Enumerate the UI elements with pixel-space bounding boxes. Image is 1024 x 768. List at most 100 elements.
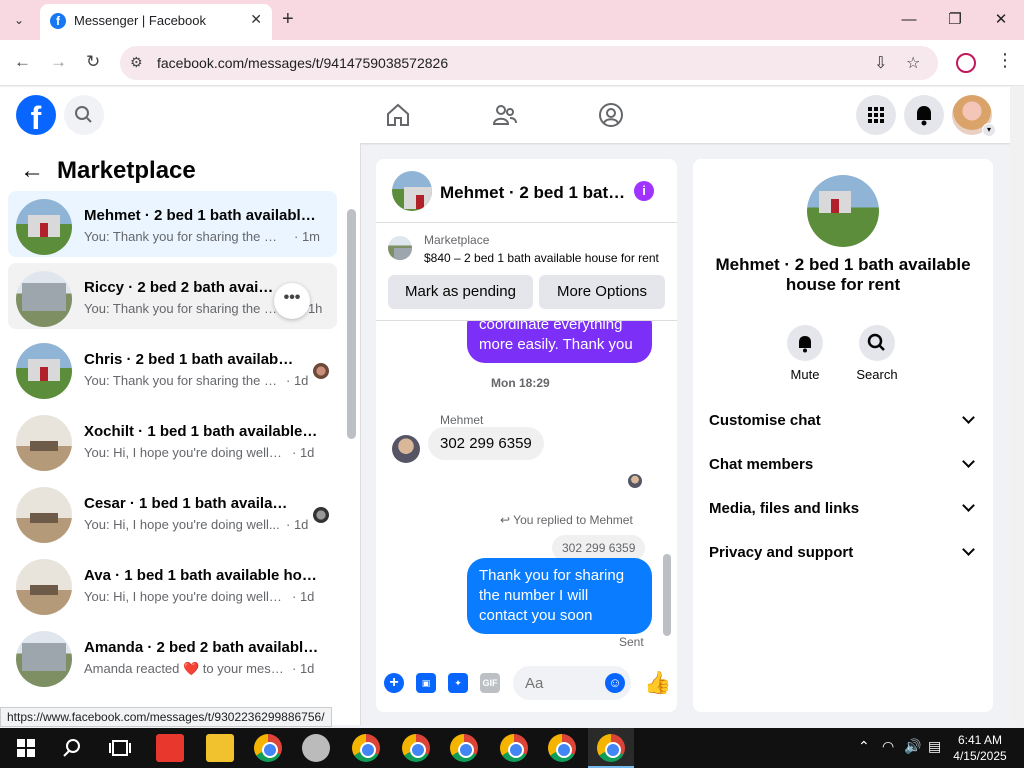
windows-start-icon[interactable] — [12, 734, 40, 762]
browser-menu-icon[interactable]: ⋮ — [996, 50, 1014, 71]
chevron-down-icon — [962, 499, 975, 512]
facebook-search-button[interactable] — [64, 95, 104, 135]
listing-description[interactable]: $840 – 2 bed 1 bath available house for … — [424, 251, 666, 265]
conversation-info-panel: Mehmet · 2 bed 1 bath available house fo… — [693, 159, 993, 712]
photo-icon[interactable]: ▣ — [416, 673, 436, 693]
info-icon[interactable]: i — [634, 181, 654, 201]
groups-icon[interactable] — [597, 101, 625, 129]
bookmark-star-icon[interactable]: ☆ — [906, 53, 920, 73]
bell-icon — [787, 325, 823, 361]
reload-icon[interactable]: ↻ — [86, 52, 100, 72]
omnibox[interactable]: ⚙ facebook.com/messages/t/94147590385728… — [120, 46, 938, 80]
chat-avatar[interactable] — [392, 171, 432, 211]
forward-icon[interactable]: → — [50, 52, 67, 72]
site-settings-icon[interactable]: ⚙ — [130, 54, 143, 71]
facebook-logo-icon[interactable]: f — [16, 95, 56, 136]
avatar — [16, 487, 72, 543]
sent-status: Sent — [619, 635, 644, 649]
search-in-chat-button[interactable]: Search — [847, 325, 907, 382]
chrome-profile-icon[interactable] — [352, 734, 380, 762]
media-files-links-row[interactable]: Media, files and links — [709, 489, 977, 529]
conversation-item-cesar[interactable]: Cesar · 1 bed 1 bath available house for… — [8, 479, 337, 545]
page-scrollbar[interactable] — [1010, 87, 1024, 727]
gif-icon[interactable]: GIF — [480, 673, 500, 693]
conversation-item-xochilt[interactable]: Xochilt · 1 bed 1 bath available house f… — [8, 407, 337, 473]
mute-button[interactable]: Mute — [775, 325, 835, 382]
more-options-icon[interactable]: ••• — [274, 283, 310, 319]
customise-chat-row[interactable]: Customise chat — [709, 401, 977, 441]
browser-tab[interactable]: f Messenger | Facebook ✕ — [40, 4, 272, 40]
chrome-profile-icon[interactable] — [597, 734, 625, 762]
row-label: Chat members — [709, 456, 814, 473]
sender-avatar[interactable] — [392, 435, 420, 463]
thumbs-up-icon[interactable]: 👍 — [644, 670, 671, 696]
browser-profile-icon[interactable] — [956, 53, 976, 73]
reply-note: ↩ You replied to Mehmet — [500, 513, 633, 527]
notifications-button[interactable] — [904, 95, 944, 135]
restore-icon[interactable]: ❐ — [940, 8, 970, 32]
conversation-time: · 1d — [286, 517, 309, 532]
marketplace-listing-card: Marketplace $840 – 2 bed 1 bath availabl… — [376, 223, 677, 321]
grid-icon — [868, 107, 884, 123]
message-sender: Mehmet — [440, 413, 484, 427]
app-icon-tools[interactable] — [302, 734, 330, 762]
url-text[interactable]: facebook.com/messages/t/9414759038572826 — [157, 55, 448, 71]
friends-icon[interactable] — [491, 101, 519, 129]
task-view-icon[interactable] — [106, 734, 134, 762]
volume-icon[interactable]: 🔊 — [904, 738, 921, 755]
minimize-icon[interactable]: — — [894, 8, 924, 32]
sidebar-scrollbar[interactable] — [347, 209, 356, 439]
install-app-icon[interactable]: ⇩ — [874, 53, 887, 73]
more-options-button[interactable]: More Options — [539, 275, 665, 309]
new-tab-icon[interactable]: + — [282, 8, 294, 31]
chrome-profile-icon[interactable] — [500, 734, 528, 762]
app-icon-red[interactable] — [156, 734, 184, 762]
notifications-icon[interactable]: ▤ — [928, 738, 941, 755]
conversation-item-amanda[interactable]: Amanda · 2 bed 2 bath available house fo… — [8, 623, 337, 689]
sticker-icon[interactable]: ✦ — [448, 673, 468, 693]
conversation-snippet: You: Hi, I hope you're doing well! I j..… — [84, 589, 284, 604]
conversation-item-chris[interactable]: Chris · 2 bed 1 bath available house for… — [8, 335, 337, 401]
message-thread[interactable]: coordinate everything more easily. Thank… — [376, 321, 677, 653]
chrome-profile-icon[interactable] — [450, 734, 478, 762]
tab-search-icon[interactable]: ⌄ — [8, 9, 30, 31]
chat-title[interactable]: Mehmet · 2 bed 1 bath available house fo… — [440, 183, 630, 203]
reply-note-text: You replied to Mehmet — [513, 513, 633, 527]
seen-avatar — [628, 474, 642, 488]
account-avatar[interactable]: ▾ — [952, 95, 996, 137]
conversation-time: · 1d — [292, 589, 315, 604]
back-icon[interactable]: ← — [14, 52, 31, 72]
conversation-avatar[interactable] — [807, 175, 879, 247]
marketplace-label: Marketplace — [424, 233, 490, 247]
wifi-icon[interactable]: ◠ — [882, 738, 894, 755]
emoji-icon[interactable]: ☺ — [605, 673, 625, 693]
file-explorer-icon[interactable] — [206, 734, 234, 762]
chrome-profile-icon[interactable] — [402, 734, 430, 762]
row-label: Media, files and links — [709, 500, 860, 517]
chrome-profile-icon[interactable] — [548, 734, 576, 762]
conversation-name: Chris · 2 bed 1 bath available house for… — [84, 351, 294, 368]
conversation-item-riccy[interactable]: Riccy · 2 bed 2 bath available house for… — [8, 263, 337, 329]
search-icon[interactable] — [58, 734, 86, 762]
chat-members-row[interactable]: Chat members — [709, 445, 977, 485]
outgoing-message: Thank you for sharing the number I will … — [467, 558, 652, 634]
close-tab-icon[interactable]: ✕ — [250, 11, 262, 28]
plus-icon[interactable]: + — [384, 673, 404, 693]
mark-as-pending-button[interactable]: Mark as pending — [388, 275, 533, 309]
listing-thumbnail[interactable] — [388, 236, 412, 260]
back-arrow-icon[interactable]: ← — [20, 157, 44, 185]
seen-avatar — [313, 363, 329, 379]
tray-chevron-up-icon[interactable]: ⌃ — [858, 738, 870, 755]
conversation-name: Amanda · 2 bed 2 bath available house fo… — [84, 639, 320, 656]
conversation-name: Mehmet · 2 bed 1 bath available house fo… — [84, 207, 320, 224]
close-window-icon[interactable]: ✕ — [986, 8, 1016, 32]
privacy-support-row[interactable]: Privacy and support — [709, 533, 977, 573]
chrome-icon[interactable] — [254, 734, 282, 762]
menu-grid-button[interactable] — [856, 95, 896, 135]
system-clock[interactable]: 6:41 AM 4/15/2025 — [952, 732, 1008, 764]
conversation-item-mehmet[interactable]: Mehmet · 2 bed 1 bath available house fo… — [8, 191, 337, 257]
home-icon[interactable] — [384, 101, 412, 129]
avatar — [16, 271, 72, 327]
chat-scrollbar[interactable] — [663, 554, 671, 636]
conversation-item-ava[interactable]: Ava · 1 bed 1 bath available house for r… — [8, 551, 337, 617]
